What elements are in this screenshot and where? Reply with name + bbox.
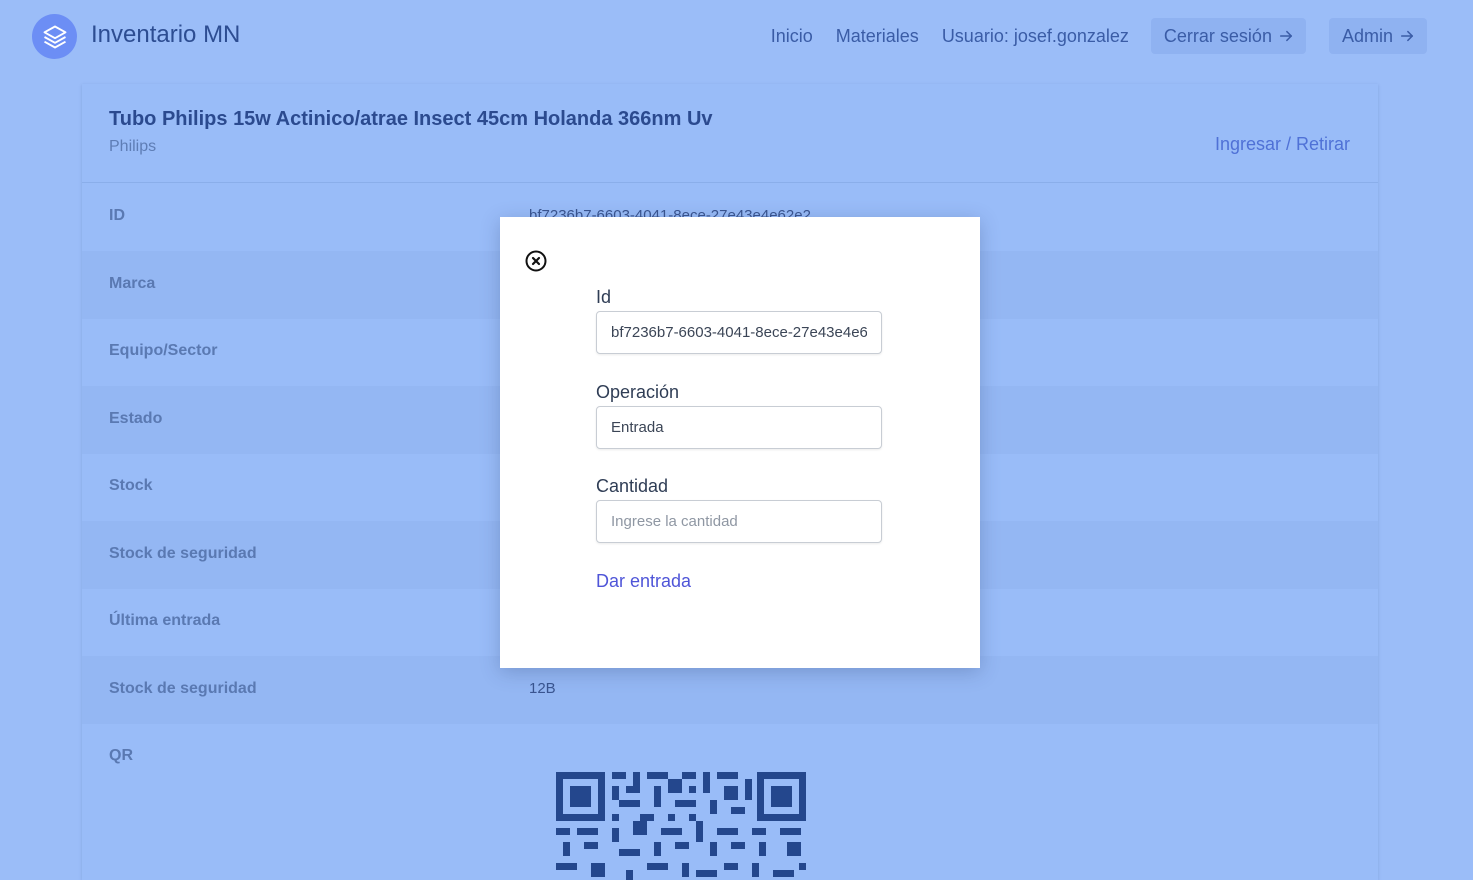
detail-label: Última entrada [109, 612, 221, 629]
detail-label: Stock de seguridad [109, 545, 257, 562]
operation-field-label: Operación [596, 382, 680, 402]
detail-value: 12B [529, 680, 556, 697]
quantity-input[interactable] [596, 500, 882, 543]
id-field[interactable] [596, 311, 882, 354]
current-user-label: Usuario: josef.gonzalez [941, 26, 1129, 46]
stock-operation-modal: Id Operación Cantidad Dar entrada [500, 217, 980, 668]
close-circle-icon[interactable] [525, 250, 547, 272]
detail-label: Stock [109, 477, 153, 494]
detail-label: QR [109, 747, 133, 764]
add-remove-stock-link[interactable]: Ingresar / Retirar [1215, 134, 1350, 155]
arrow-right-icon [1400, 30, 1414, 42]
product-title: Tubo Philips 15w Actinico/atrae Insect 4… [109, 108, 713, 130]
admin-button[interactable]: Admin [1328, 18, 1427, 54]
logout-button-label: Cerrar sesión [1163, 26, 1272, 46]
id-field-label: Id [596, 287, 612, 307]
qr-code-icon [556, 772, 806, 880]
app-brand[interactable]: Inventario MN [91, 21, 240, 49]
submit-entry-button[interactable]: Dar entrada [596, 571, 691, 592]
operation-field[interactable] [596, 406, 882, 449]
main-nav: Inicio Materiales Usuario: josef.gonzale… [771, 18, 1427, 54]
top-navbar: Inventario MN Inicio Materiales Usuario:… [0, 0, 1473, 74]
admin-button-label: Admin [1341, 26, 1393, 46]
detail-label: ID [109, 207, 125, 224]
quantity-field-label: Cantidad [596, 476, 669, 496]
detail-label: Stock de seguridad [109, 680, 257, 697]
product-brand: Philips [109, 138, 157, 155]
logout-button[interactable]: Cerrar sesión [1150, 18, 1306, 54]
product-header: Tubo Philips 15w Actinico/atrae Insect 4… [82, 84, 1378, 183]
nav-materials-link[interactable]: Materiales [836, 18, 919, 54]
layers-icon[interactable] [32, 14, 77, 59]
detail-label: Estado [109, 410, 163, 427]
detail-label: Equipo/Sector [109, 342, 218, 359]
detail-label: Marca [109, 275, 156, 292]
arrow-right-icon [1279, 30, 1293, 42]
nav-home-link[interactable]: Inicio [771, 18, 813, 54]
